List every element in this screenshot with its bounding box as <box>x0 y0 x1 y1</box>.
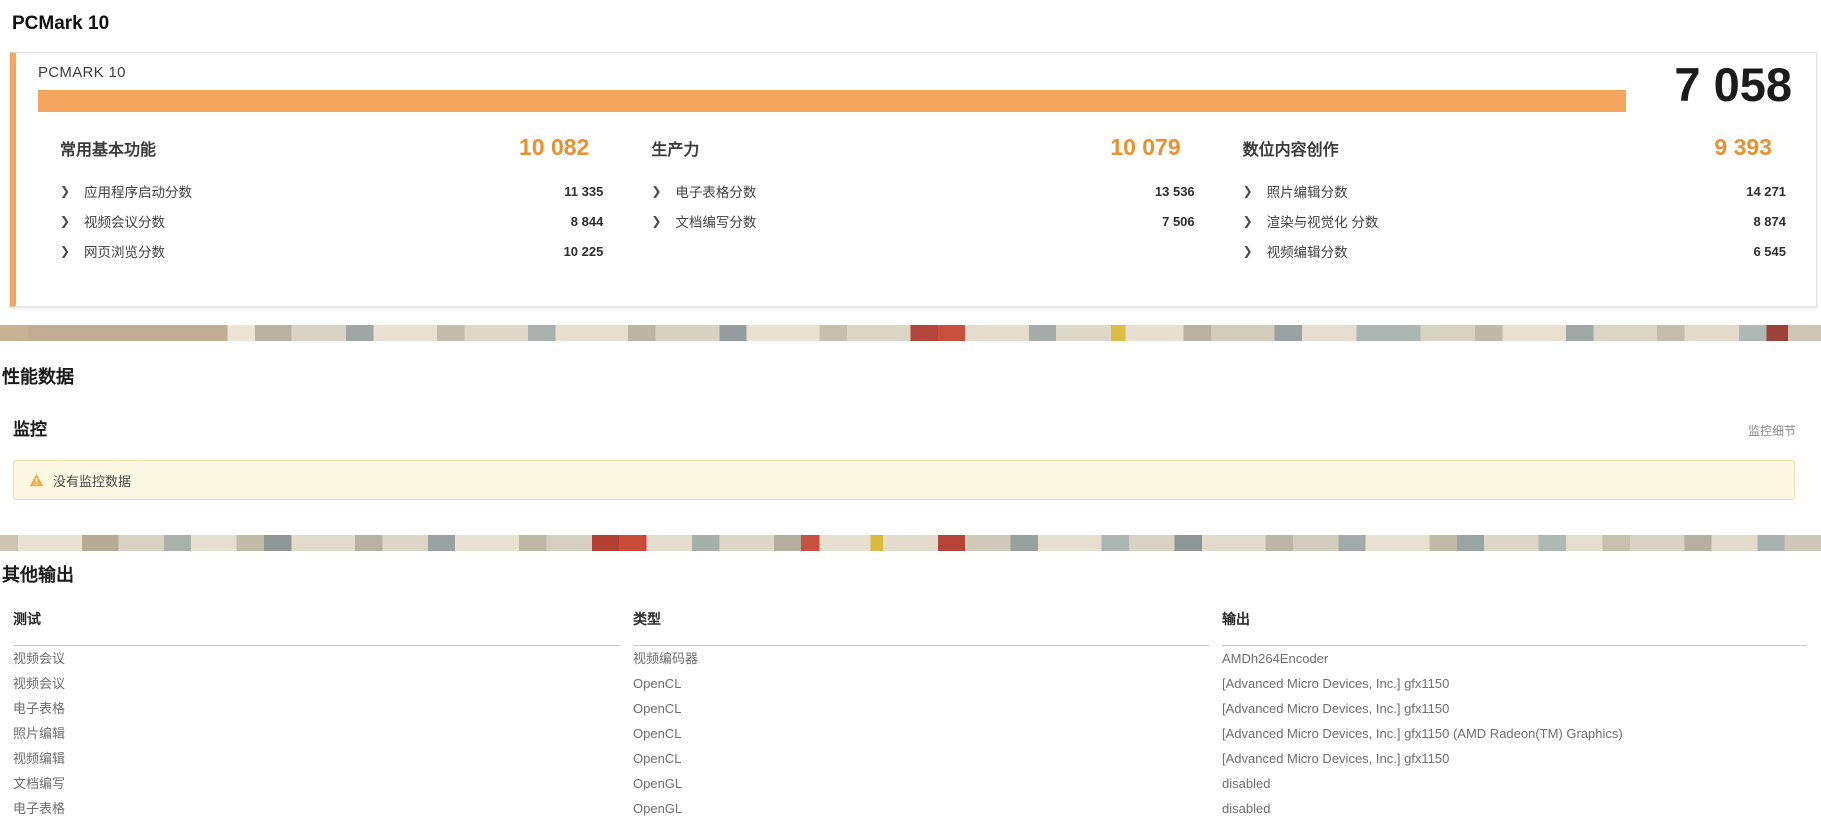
table-row: 电子表格 OpenCL [Advanced Micro Devices, Inc… <box>13 696 1807 721</box>
test-label: 视频编辑分数 <box>1267 241 1348 261</box>
cell-type: OpenCL <box>633 671 1209 696</box>
group-name: 数位内容创作 <box>1243 136 1339 160</box>
table-row: 视频编辑 OpenCL [Advanced Micro Devices, Inc… <box>13 746 1807 771</box>
chevron-right-icon: ❯ <box>1243 214 1267 228</box>
performance-data-heading: 性能数据 <box>2 363 1821 389</box>
chevron-right-icon: ❯ <box>60 244 84 258</box>
cell-type: OpenCL <box>633 696 1209 721</box>
cell-test: 电子表格 <box>13 696 620 721</box>
monitoring-details-link[interactable]: 监控细节 <box>1748 422 1796 439</box>
test-row-writing[interactable]: ❯ 文档编写分数 7 506 <box>651 206 1194 236</box>
test-row-rendering-visualization[interactable]: ❯ 渲染与视觉化 分数 8 874 <box>1243 206 1786 236</box>
cell-output: [Advanced Micro Devices, Inc.] gfx1150 <box>1222 696 1807 721</box>
chevron-right-icon: ❯ <box>651 184 675 198</box>
chevron-right-icon: ❯ <box>1243 184 1267 198</box>
monitoring-header: 监控 监控细节 <box>13 415 1796 440</box>
score-group-digital-content: 数位内容创作 9 393 ❯ 照片编辑分数 14 271 ❯ 渲染与视觉化 分数… <box>1221 134 1786 266</box>
score-groups: 常用基本功能 10 082 ❯ 应用程序启动分数 11 335 ❯ 视频会议分数… <box>38 134 1786 266</box>
group-header: 数位内容创作 9 393 <box>1243 134 1786 162</box>
warning-icon <box>29 473 44 487</box>
cell-output: [Advanced Micro Devices, Inc.] gfx1150 <box>1222 671 1807 696</box>
table-header-row: 测试 类型 输出 <box>13 599 1807 646</box>
group-tests: ❯ 照片编辑分数 14 271 ❯ 渲染与视觉化 分数 8 874 ❯ 视频编辑… <box>1243 176 1786 266</box>
cell-output: [Advanced Micro Devices, Inc.] gfx1150 (… <box>1222 721 1807 746</box>
table-row: 视频会议 视频编码器 AMDh264Encoder <box>13 646 1807 671</box>
test-label: 渲染与视觉化 分数 <box>1267 211 1379 231</box>
table-row: 电子表格 OpenGL disabled <box>13 796 1807 821</box>
column-header-test: 测试 <box>13 599 620 646</box>
score-group-productivity: 生产力 10 079 ❯ 电子表格分数 13 536 ❯ 文档编写分数 7 50… <box>629 134 1194 266</box>
test-row-app-start[interactable]: ❯ 应用程序启动分数 11 335 <box>60 176 603 206</box>
group-tests: ❯ 应用程序启动分数 11 335 ❯ 视频会议分数 8 844 ❯ 网页浏览分… <box>60 176 603 266</box>
column-header-output: 输出 <box>1222 599 1807 646</box>
cell-output: disabled <box>1222 771 1807 796</box>
warning-message: 没有监控数据 <box>53 471 131 490</box>
group-score: 9 393 <box>1714 134 1772 161</box>
test-label: 电子表格分数 <box>675 181 756 201</box>
chevron-right-icon: ❯ <box>60 214 84 228</box>
overall-score: 7 058 <box>1674 59 1792 111</box>
test-row-video-conference[interactable]: ❯ 视频会议分数 8 844 <box>60 206 603 236</box>
test-label: 视频会议分数 <box>84 211 165 231</box>
cell-test: 照片编辑 <box>13 721 620 746</box>
no-monitoring-data-warning: 没有监控数据 <box>13 460 1795 500</box>
test-label: 网页浏览分数 <box>84 241 165 261</box>
page-title: PCMark 10 <box>0 0 1821 36</box>
test-label: 照片编辑分数 <box>1267 181 1348 201</box>
cell-type: OpenCL <box>633 746 1209 771</box>
test-row-photo-editing[interactable]: ❯ 照片编辑分数 14 271 <box>1243 176 1786 206</box>
test-row-video-editing[interactable]: ❯ 视频编辑分数 6 545 <box>1243 236 1786 266</box>
cell-test: 视频会议 <box>13 646 620 671</box>
cell-output: AMDh264Encoder <box>1222 646 1807 671</box>
column-header-type: 类型 <box>633 599 1209 646</box>
table-row: 视频会议 OpenCL [Advanced Micro Devices, Inc… <box>13 671 1807 696</box>
group-name: 常用基本功能 <box>60 136 156 160</box>
group-header: 常用基本功能 10 082 <box>60 134 603 162</box>
cell-test: 电子表格 <box>13 796 620 821</box>
overall-score-bar <box>38 90 1626 112</box>
test-row-web-browsing[interactable]: ❯ 网页浏览分数 10 225 <box>60 236 603 266</box>
group-header: 生产力 10 079 <box>651 134 1194 162</box>
other-output-heading: 其他输出 <box>2 561 1821 587</box>
score-group-essentials: 常用基本功能 10 082 ❯ 应用程序启动分数 11 335 ❯ 视频会议分数… <box>38 134 603 266</box>
group-name: 生产力 <box>651 136 699 160</box>
test-label: 应用程序启动分数 <box>84 181 192 201</box>
cell-type: OpenGL <box>633 796 1209 821</box>
cell-test: 文档编写 <box>13 771 620 796</box>
pcmark-score-card: PCMARK 10 7 058 常用基本功能 10 082 ❯ 应用程序启动分数… <box>10 52 1817 307</box>
test-value: 8 844 <box>571 214 604 229</box>
group-score: 10 079 <box>1110 134 1180 161</box>
other-output-table: 测试 类型 输出 视频会议 视频编码器 AMDh264Encoder 视频会议 … <box>0 599 1820 821</box>
test-value: 8 874 <box>1753 214 1786 229</box>
test-row-spreadsheets[interactable]: ❯ 电子表格分数 13 536 <box>651 176 1194 206</box>
chevron-right-icon: ❯ <box>60 184 84 198</box>
test-label: 文档编写分数 <box>675 211 756 231</box>
table-row: 文档编写 OpenGL disabled <box>13 771 1807 796</box>
table-row: 照片编辑 OpenCL [Advanced Micro Devices, Inc… <box>13 721 1807 746</box>
cell-test: 视频会议 <box>13 671 620 696</box>
decorative-banner <box>0 325 1821 341</box>
cell-type: OpenCL <box>633 721 1209 746</box>
cell-type: OpenGL <box>633 771 1209 796</box>
chevron-right-icon: ❯ <box>1243 244 1267 258</box>
decorative-banner <box>0 535 1821 551</box>
cell-output: disabled <box>1222 796 1807 821</box>
cell-output: [Advanced Micro Devices, Inc.] gfx1150 <box>1222 746 1807 771</box>
test-value: 6 545 <box>1753 244 1786 259</box>
test-value: 14 271 <box>1746 184 1786 199</box>
cell-type: 视频编码器 <box>633 646 1209 671</box>
score-card-title: PCMARK 10 <box>38 63 1786 80</box>
monitoring-title: 监控 <box>13 415 47 440</box>
group-tests: ❯ 电子表格分数 13 536 ❯ 文档编写分数 7 506 <box>651 176 1194 236</box>
test-value: 11 335 <box>564 184 603 199</box>
chevron-right-icon: ❯ <box>651 214 675 228</box>
cell-test: 视频编辑 <box>13 746 620 771</box>
test-value: 10 225 <box>564 244 604 259</box>
group-score: 10 082 <box>519 134 589 161</box>
test-value: 13 536 <box>1155 184 1195 199</box>
test-value: 7 506 <box>1162 214 1195 229</box>
